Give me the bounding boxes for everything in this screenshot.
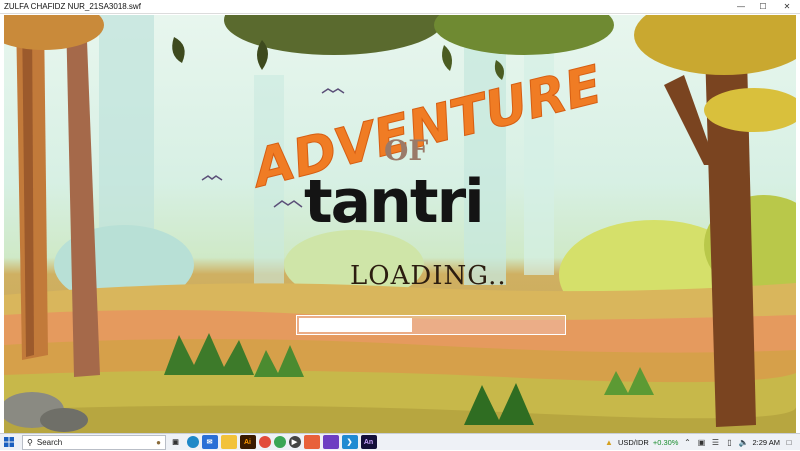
currency-change: +0.30%	[652, 438, 679, 447]
animate-icon[interactable]: An	[360, 435, 377, 449]
turtle-doodle-icon: ●	[156, 437, 161, 447]
media-player-icon[interactable]: ▶	[288, 436, 301, 448]
image-viewer-icon[interactable]	[303, 435, 320, 449]
windows-logo-icon	[4, 437, 14, 447]
window-titlebar: ZULFA CHAFIDZ NUR_21SA3018.swf — ☐ ✕	[0, 0, 800, 14]
chrome-icon[interactable]	[258, 436, 271, 448]
illustrator-icon[interactable]: Ai	[239, 435, 256, 449]
forest-background	[4, 15, 796, 433]
photos-icon[interactable]	[322, 435, 339, 449]
file-explorer-icon[interactable]	[220, 435, 237, 449]
camera-icon[interactable]: ▣	[696, 438, 706, 448]
clock-time[interactable]: 2:29 AM	[752, 438, 780, 447]
currency-label[interactable]: USD/IDR	[618, 438, 649, 447]
stock-widget-icon[interactable]: ▲	[604, 438, 614, 448]
vscode-icon[interactable]: ❯	[341, 435, 358, 449]
chrome-profile-icon[interactable]	[273, 436, 286, 448]
window-title: ZULFA CHAFIDZ NUR_21SA3018.swf	[4, 2, 141, 11]
loading-text: LOADING..	[350, 261, 507, 291]
volume-icon[interactable]: 🔈	[738, 438, 748, 448]
network-icon[interactable]: ☰	[710, 438, 720, 448]
minimize-icon[interactable]: —	[730, 0, 752, 14]
loading-progress-fill	[299, 318, 412, 332]
edge-icon[interactable]	[186, 436, 199, 448]
game-canvas[interactable]: ADVENTURE OF tantri LOADING..	[4, 15, 796, 433]
search-placeholder: Search	[36, 437, 63, 447]
battery-icon[interactable]: ▯	[724, 438, 734, 448]
task-view-icon[interactable]: ▣	[168, 435, 184, 449]
chevron-up-icon[interactable]: ⌃	[682, 438, 692, 448]
notification-icon[interactable]: □	[784, 438, 794, 448]
search-icon: ⚲	[27, 437, 33, 447]
maximize-icon[interactable]: ☐	[752, 0, 774, 14]
close-icon[interactable]: ✕	[774, 0, 800, 14]
mail-icon[interactable]: ✉	[201, 435, 218, 449]
system-tray: ▲ USD/IDR +0.30% ⌃ ▣ ☰ ▯ 🔈 2:29 AM □	[604, 434, 800, 451]
start-button[interactable]	[0, 434, 18, 451]
taskbar-search-box[interactable]: ⚲ Search ●	[22, 434, 166, 450]
loading-progress-bar	[296, 315, 566, 335]
windows-taskbar: ⚲ Search ● ▣ ✉ Ai ▶ ❯ An ▲ USD/IDR +0.30…	[0, 433, 800, 450]
